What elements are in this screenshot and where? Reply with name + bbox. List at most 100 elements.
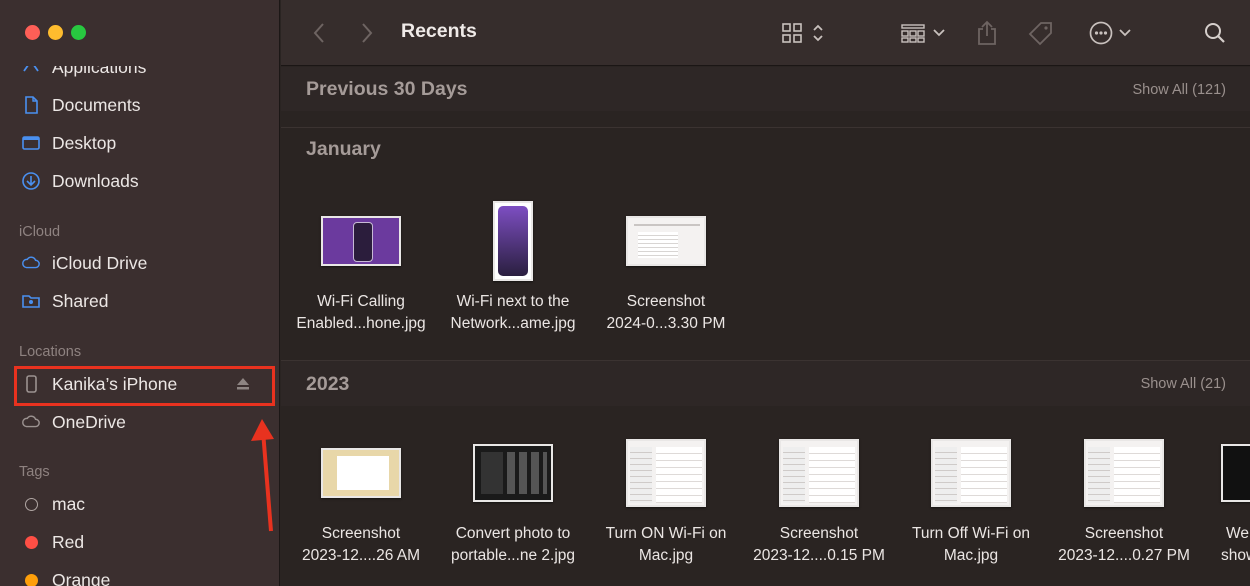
tag-dot-icon <box>20 531 42 553</box>
file-item[interactable]: Screenshot 2023-12....0.27 PM <box>1044 423 1204 567</box>
file-name: Screenshot <box>779 525 859 542</box>
file-item[interactable]: Screenshot 2023-12....0.15 PM <box>739 423 899 567</box>
desktop-icon <box>20 132 42 154</box>
close-button[interactable] <box>25 25 40 40</box>
file-thumbnail <box>321 448 401 498</box>
file-browser: Previous 30 Days Show All (121) January … <box>281 67 1250 586</box>
share-button[interactable] <box>973 18 1001 48</box>
more-actions-button[interactable] <box>1084 19 1136 47</box>
file-name-line2: Enabled...hone.jpg <box>296 315 426 332</box>
sidebar-tag-mac[interactable]: mac <box>20 489 85 519</box>
file-name: Screenshot <box>626 293 706 310</box>
file-item[interactable]: Wi-Fi next to the Network...ame.jpg <box>433 191 593 335</box>
sidebar-item-label: Orange <box>52 569 111 586</box>
tag-dot-orange <box>24 573 38 586</box>
sidebar-item-label: Desktop <box>52 132 117 153</box>
document-icon <box>20 94 42 116</box>
file-name-line2: Mac.jpg <box>943 547 999 564</box>
sidebar-section-tags: Tags <box>19 464 50 480</box>
cloud-icon <box>20 411 42 433</box>
file-thumbnail <box>626 439 706 507</box>
sidebar-item-label: Shared <box>52 290 109 311</box>
file-item[interactable]: Screenshot 2023-12....26 AM <box>281 423 441 567</box>
file-thumbnail <box>931 439 1011 507</box>
grid-view-icon <box>782 23 802 43</box>
file-item[interactable]: Wi-Fi Calling Enabled...hone.jpg <box>281 191 441 335</box>
thumb-content <box>656 447 702 503</box>
cloud-icon <box>20 252 42 274</box>
section-header-2023: 2023 Show All (21) <box>281 360 1250 406</box>
thumb-window <box>337 456 389 490</box>
file-name: Screenshot <box>321 525 401 542</box>
sidebar-item-label: OneDrive <box>52 411 126 432</box>
view-mode-button[interactable] <box>775 19 831 47</box>
sidebar-item-label: iCloud Drive <box>52 252 148 273</box>
file-item[interactable]: Screenshot 2024-0...3.30 PM <box>586 191 746 335</box>
sidebar: Applications Documents Desktop Downloads… <box>0 0 280 586</box>
sidebar-item-desktop[interactable]: Desktop <box>20 128 116 158</box>
tag-dot-mac <box>24 497 38 511</box>
file-name-line2: show <box>1221 547 1250 564</box>
up-down-chevron-icon <box>813 24 823 42</box>
thumb-sidebar <box>783 447 805 503</box>
chevron-down-icon <box>1119 29 1131 37</box>
phone-graphic <box>498 206 528 276</box>
sidebar-item-label: Documents <box>52 94 141 115</box>
show-all-button[interactable]: Show All (121) <box>1133 82 1227 98</box>
sidebar-item-documents[interactable]: Documents <box>20 90 141 120</box>
sidebar-item-label: Red <box>52 531 85 552</box>
toolbar: Recents <box>281 0 1250 66</box>
file-name-line2: portable...ne 2.jpg <box>450 547 576 564</box>
forward-button[interactable] <box>357 20 377 46</box>
section-title: 2023 <box>306 373 350 395</box>
sidebar-tag-red[interactable]: Red <box>20 527 84 557</box>
show-all-button[interactable]: Show All (21) <box>1141 376 1226 392</box>
thumb-grid <box>507 452 547 494</box>
section-title: Previous 30 Days <box>306 78 468 100</box>
tag-dot-red <box>24 535 38 549</box>
sidebar-item-downloads[interactable]: Downloads <box>20 166 139 196</box>
sidebar-section-icloud: iCloud <box>19 224 61 240</box>
divider <box>281 127 1250 128</box>
file-name: Wi-Fi next to the <box>456 293 570 310</box>
sidebar-item-shared[interactable]: Shared <box>20 286 108 316</box>
chevron-left-icon <box>313 23 324 43</box>
file-item[interactable]: Convert photo to portable...ne 2.jpg <box>433 423 593 567</box>
file-name-line2: 2023-12....0.27 PM <box>1058 547 1190 564</box>
tag-button[interactable] <box>1026 18 1056 48</box>
window-controls-overlay <box>25 25 86 40</box>
sidebar-item-icloud-drive[interactable]: iCloud Drive <box>20 248 147 278</box>
search-button[interactable] <box>1201 19 1229 47</box>
thumb-content <box>961 447 1007 503</box>
file-thumbnail <box>473 444 553 502</box>
sidebar-item-onedrive[interactable]: OneDrive <box>20 407 126 437</box>
thumb-content <box>1114 447 1160 503</box>
file-name: Turn ON Wi-Fi on <box>605 525 727 542</box>
file-item[interactable]: Turn Off Wi-Fi on Mac.jpg <box>891 423 1051 567</box>
file-item-partial[interactable]: We show <box>1221 423 1250 567</box>
tag-icon <box>1028 22 1052 46</box>
chevron-down-icon <box>933 29 945 37</box>
zoom-button[interactable] <box>71 25 86 40</box>
chevron-right-icon <box>362 23 373 43</box>
tag-dot-icon <box>20 569 42 586</box>
sidebar-section-locations: Locations <box>19 344 82 360</box>
file-name: Convert photo to <box>455 525 571 542</box>
file-name-line2: Mac.jpg <box>638 547 694 564</box>
ellipsis-circle-icon <box>1089 21 1113 45</box>
search-icon <box>1205 23 1225 43</box>
thumb-sidebar <box>1088 447 1110 503</box>
back-button[interactable] <box>309 20 329 46</box>
thumb-sidebar <box>630 447 652 503</box>
file-name: Wi-Fi Calling <box>317 293 405 310</box>
red-arrow-annotation <box>251 419 274 532</box>
file-name-line2: Network...ame.jpg <box>450 315 576 332</box>
section-title-january: January <box>306 138 381 160</box>
sidebar-tag-orange[interactable]: Orange <box>20 565 110 586</box>
minimize-button[interactable] <box>48 25 63 40</box>
thumb-sidebar <box>935 447 957 503</box>
file-item[interactable]: Turn ON Wi-Fi on Mac.jpg <box>586 423 746 567</box>
group-by-button[interactable] <box>897 19 949 47</box>
thumb-content <box>809 447 855 503</box>
sidebar-item-label: mac <box>52 493 86 514</box>
